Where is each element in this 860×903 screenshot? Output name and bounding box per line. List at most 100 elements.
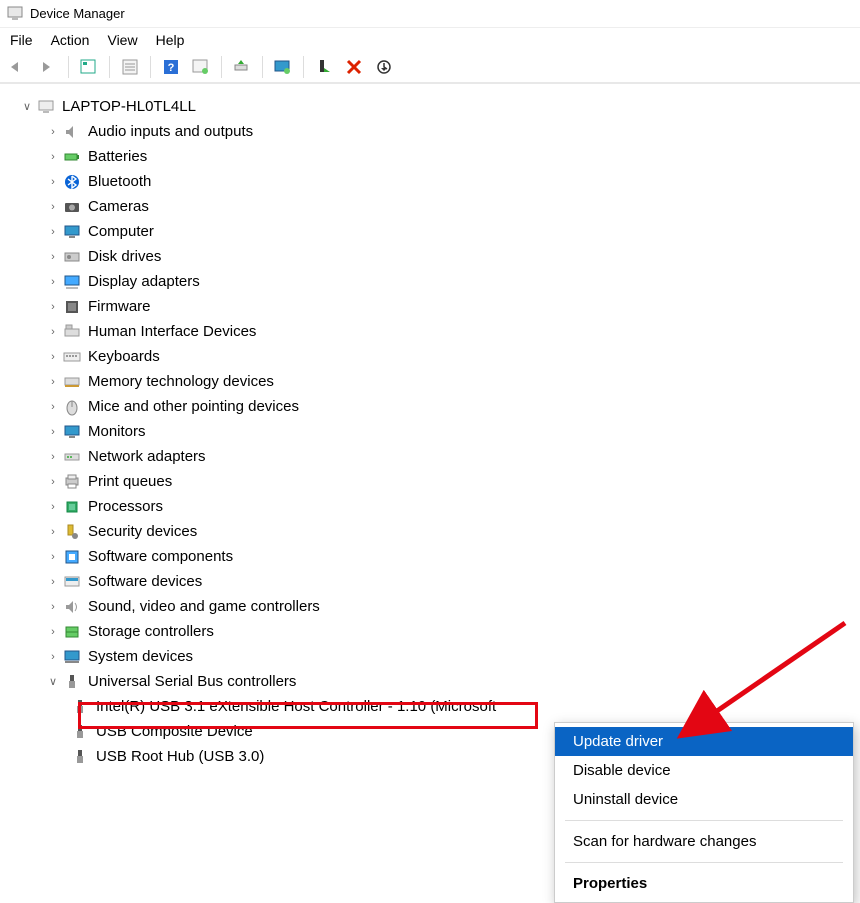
expand-icon[interactable]: › <box>44 326 62 338</box>
collapse-icon[interactable]: ∨ <box>44 675 62 688</box>
tree-item-label: Software devices <box>88 573 202 590</box>
expand-icon[interactable]: › <box>44 551 62 563</box>
enable-button[interactable] <box>271 56 295 78</box>
expand-icon[interactable]: › <box>44 351 62 363</box>
tree-item[interactable]: ›Keyboards <box>6 344 854 369</box>
expand-icon[interactable]: › <box>44 251 62 263</box>
uninstall-button[interactable] <box>342 56 366 78</box>
tree-item[interactable]: ›Firmware <box>6 294 854 319</box>
hid-icon <box>62 322 82 342</box>
usb-icon <box>70 722 90 742</box>
expand-icon[interactable]: › <box>44 226 62 238</box>
tree-subitem-label: Intel(R) USB 3.1 eXtensible Host Control… <box>96 698 496 715</box>
tree-item[interactable]: ›Disk drives <box>6 244 854 269</box>
usb-icon <box>62 672 82 692</box>
tree-item-label: Human Interface Devices <box>88 323 256 340</box>
printer-icon <box>62 472 82 492</box>
monitor-icon <box>62 422 82 442</box>
expand-icon[interactable]: › <box>44 476 62 488</box>
tree-item-label: Universal Serial Bus controllers <box>88 673 296 690</box>
expand-icon[interactable]: › <box>44 176 62 188</box>
expand-icon[interactable]: › <box>44 126 62 138</box>
more-button[interactable] <box>372 56 396 78</box>
battery-icon <box>62 147 82 167</box>
tree-item[interactable]: › Audio inputs and outputs <box>6 119 854 144</box>
svg-text:?: ? <box>168 62 175 74</box>
disable-button[interactable] <box>312 56 336 78</box>
tree-subitem-label: USB Root Hub (USB 3.0) <box>96 748 264 765</box>
context-menu: Update driver Disable device Uninstall d… <box>554 722 854 903</box>
ctx-disable-device[interactable]: Disable device <box>555 756 853 785</box>
expand-icon[interactable]: › <box>44 451 62 463</box>
expand-icon[interactable]: › <box>44 301 62 313</box>
tree-item[interactable]: ›Print queues <box>6 469 854 494</box>
expand-icon[interactable]: › <box>44 426 62 438</box>
back-button[interactable] <box>6 56 30 78</box>
update-driver-button[interactable] <box>230 56 254 78</box>
disk-icon <box>62 247 82 267</box>
tree-item-label: Audio inputs and outputs <box>88 123 253 140</box>
collapse-icon[interactable]: ∨ <box>18 100 36 113</box>
expand-icon[interactable]: › <box>44 376 62 388</box>
tree-item[interactable]: ›Batteries <box>6 144 854 169</box>
tree-item[interactable]: › Software devices <box>6 569 854 594</box>
tree-item-usb[interactable]: ∨ Universal Serial Bus controllers <box>6 669 854 694</box>
ctx-properties[interactable]: Properties <box>555 869 853 898</box>
tree-item[interactable]: ›Software components <box>6 544 854 569</box>
menu-action[interactable]: Action <box>51 32 90 48</box>
tree-item[interactable]: ›Sound, video and game controllers <box>6 594 854 619</box>
ctx-scan-hardware[interactable]: Scan for hardware changes <box>555 827 853 856</box>
tree-subitem-selected[interactable]: Intel(R) USB 3.1 eXtensible Host Control… <box>6 694 854 719</box>
tree-item[interactable]: ›Display adapters <box>6 269 854 294</box>
computer-icon <box>62 222 82 242</box>
memory-icon <box>62 372 82 392</box>
properties-button[interactable] <box>118 56 142 78</box>
toolbar-sep <box>303 56 304 78</box>
display-icon <box>62 272 82 292</box>
tree-root[interactable]: ∨ LAPTOP-HL0TL4LL <box>6 94 854 119</box>
toolbar-sep <box>150 56 151 78</box>
ctx-separator <box>565 862 843 863</box>
tree-item[interactable]: ›System devices <box>6 644 854 669</box>
storage-icon <box>62 622 82 642</box>
expand-icon[interactable]: › <box>44 576 62 588</box>
show-hidden-button[interactable] <box>77 56 101 78</box>
tree-item-label: Processors <box>88 498 163 515</box>
tree-item[interactable]: ›Bluetooth <box>6 169 854 194</box>
sound-icon <box>62 597 82 617</box>
expand-icon[interactable]: › <box>44 201 62 213</box>
menu-file[interactable]: File <box>10 32 33 48</box>
tree-item[interactable]: ›Monitors <box>6 419 854 444</box>
tree-item[interactable]: ›Network adapters <box>6 444 854 469</box>
expand-icon[interactable]: › <box>44 651 62 663</box>
expand-icon[interactable]: › <box>44 151 62 163</box>
ctx-uninstall-device[interactable]: Uninstall device <box>555 785 853 814</box>
processor-icon <box>62 497 82 517</box>
ctx-update-driver[interactable]: Update driver <box>555 727 853 756</box>
help-button[interactable]: ? <box>159 56 183 78</box>
tree-item-label: Cameras <box>88 198 149 215</box>
tree-item[interactable]: ›Mice and other pointing devices <box>6 394 854 419</box>
bluetooth-icon <box>62 172 82 192</box>
expand-icon[interactable]: › <box>44 401 62 413</box>
tree-item[interactable]: ›Computer <box>6 219 854 244</box>
tree-item[interactable]: ›Storage controllers <box>6 619 854 644</box>
tree-item[interactable]: › Processors <box>6 494 854 519</box>
expand-icon[interactable]: › <box>44 601 62 613</box>
tree-item[interactable]: › Human Interface Devices <box>6 319 854 344</box>
expand-icon[interactable]: › <box>44 526 62 538</box>
menu-view[interactable]: View <box>107 32 137 48</box>
expand-icon[interactable]: › <box>44 501 62 513</box>
tree-item[interactable]: ›Memory technology devices <box>6 369 854 394</box>
tree-item[interactable]: ›Security devices <box>6 519 854 544</box>
menu-help[interactable]: Help <box>156 32 185 48</box>
tree-subitem-label: USB Composite Device <box>96 723 253 740</box>
device-tree: ∨ LAPTOP-HL0TL4LL › Audio inputs and outp… <box>0 84 860 775</box>
expand-icon[interactable]: › <box>44 276 62 288</box>
app-icon <box>6 5 24 23</box>
usb-icon <box>70 697 90 717</box>
forward-button[interactable] <box>36 56 60 78</box>
tree-item[interactable]: › Cameras <box>6 194 854 219</box>
scan-button[interactable] <box>189 56 213 78</box>
expand-icon[interactable]: › <box>44 626 62 638</box>
